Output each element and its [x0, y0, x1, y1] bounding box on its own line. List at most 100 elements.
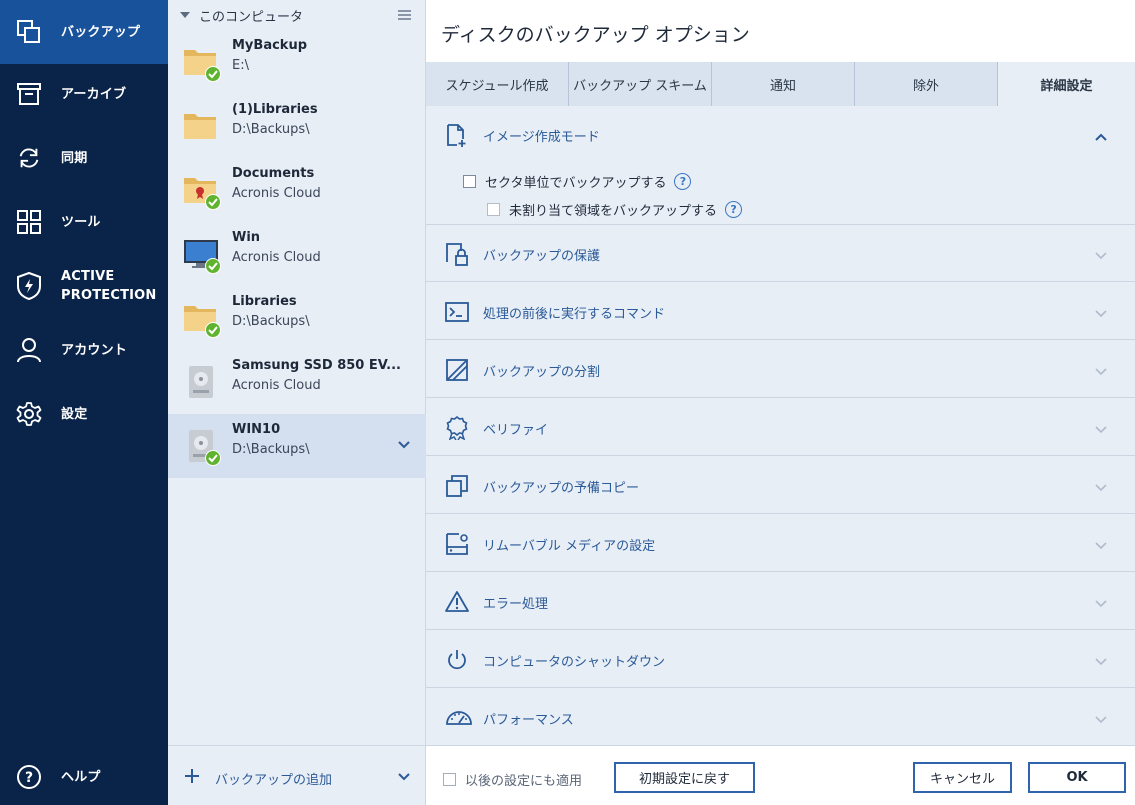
backup-item[interactable]: (1)Libraries D:\Backups\	[168, 94, 426, 158]
backup-list: このコンピュータ MyBackup E:\ (1)Libraries D:\Ba…	[168, 0, 426, 805]
svg-text:?: ?	[25, 770, 33, 786]
check-badge-icon	[205, 322, 221, 338]
cancel-button[interactable]: キャンセル	[913, 762, 1012, 793]
chevron-down-icon[interactable]	[1095, 365, 1107, 380]
nav-item-backup[interactable]: バックアップ	[0, 0, 168, 64]
backup-item[interactable]: Libraries D:\Backups\	[168, 286, 426, 350]
nav-item-active-protection[interactable]: ACTIVE PROTECTION	[0, 254, 168, 318]
list-header-title: このコンピュータ	[199, 10, 304, 25]
option-backup-protection[interactable]: バックアップの保護	[426, 225, 1135, 282]
tools-icon	[16, 209, 42, 235]
badge-icon	[445, 415, 469, 441]
backup-item[interactable]: Documents Acronis Cloud	[168, 158, 426, 222]
page-title: ディスクのバックアップ オプション	[441, 24, 750, 46]
plus-icon	[184, 768, 200, 788]
help-icon[interactable]: ?	[674, 173, 692, 190]
options-tabs: スケジュール作成 バックアップ スキーム 通知 除外 詳細設定	[426, 62, 1135, 106]
option-validation[interactable]: ベリファイ	[426, 399, 1135, 456]
option-pre-post-commands[interactable]: 処理の前後に実行するコマンド	[426, 283, 1135, 340]
disk-icon	[183, 428, 221, 466]
unallocated-backup-checkbox[interactable]: 未割り当て領域をバックアップする ?	[487, 200, 743, 219]
terminal-icon	[445, 300, 469, 324]
apply-to-future-checkbox[interactable]: 以後の設定にも適用	[443, 770, 582, 789]
tab-schedule[interactable]: スケジュール作成	[426, 62, 569, 106]
backup-item-selected[interactable]: WIN10 D:\Backups\	[168, 414, 426, 478]
nav-label: アカウント	[61, 342, 128, 358]
nav-item-account[interactable]: アカウント	[0, 318, 168, 382]
nav-label: 同期	[61, 150, 88, 166]
option-label: リムーバブル メディアの設定	[483, 539, 656, 554]
monitor-icon	[183, 236, 221, 274]
chevron-down-icon[interactable]	[1095, 249, 1107, 264]
option-label: バックアップの保護	[483, 249, 601, 264]
option-header-label[interactable]: イメージ作成モード	[483, 126, 600, 145]
sector-backup-checkbox[interactable]: セクタ単位でバックアップする ?	[463, 172, 692, 191]
chevron-down-icon[interactable]	[398, 438, 410, 453]
backup-name: Libraries	[232, 294, 297, 309]
checkbox-box[interactable]	[463, 175, 476, 188]
nav-item-settings[interactable]: 設定	[0, 382, 168, 446]
backup-destination: D:\Backups\	[232, 442, 310, 457]
collapse-triangle-icon	[180, 12, 190, 18]
apply-to-future-label: 以後の設定にも適用	[465, 774, 583, 789]
option-label: パフォーマンス	[483, 713, 574, 728]
option-performance[interactable]: パフォーマンス	[426, 689, 1135, 746]
option-computer-shutdown[interactable]: コンピュータのシャットダウン	[426, 631, 1135, 688]
backup-name: WIN10	[232, 422, 281, 437]
options-pane: ディスクのバックアップ オプション スケジュール作成 バックアップ スキーム 通…	[426, 0, 1135, 805]
chevron-down-icon[interactable]	[1095, 481, 1107, 496]
tab-backup-scheme[interactable]: バックアップ スキーム	[569, 62, 712, 106]
backup-item[interactable]: Samsung SSD 850 EV... Acronis Cloud	[168, 350, 426, 414]
nav-label: ACTIVE PROTECTION	[61, 269, 157, 303]
checkbox-box[interactable]	[443, 773, 456, 786]
option-backup-splitting[interactable]: バックアップの分割	[426, 341, 1135, 398]
option-label: バックアップの予備コピー	[483, 481, 640, 496]
chevron-down-icon[interactable]	[1095, 423, 1107, 438]
nav-label: 設定	[61, 406, 88, 422]
backup-item[interactable]: Win Acronis Cloud	[168, 222, 426, 286]
advanced-options-list: イメージ作成モード セクタ単位でバックアップする ? 未割り当て領域をバックアッ…	[426, 106, 1135, 745]
sync-icon	[16, 145, 42, 171]
checkbox-box[interactable]	[487, 203, 500, 216]
help-icon[interactable]: ?	[725, 201, 743, 218]
nav-label: ヘルプ	[61, 769, 101, 785]
sector-backup-label: セクタ単位でバックアップする	[485, 176, 667, 191]
option-removable-media[interactable]: リムーバブル メディアの設定	[426, 515, 1135, 572]
gear-icon	[16, 401, 42, 427]
backup-name: MyBackup	[232, 38, 308, 53]
tab-exclusions[interactable]: 除外	[855, 62, 998, 106]
chevron-down-icon[interactable]	[1095, 713, 1107, 728]
option-reserve-copy[interactable]: バックアップの予備コピー	[426, 457, 1135, 514]
option-error-handling[interactable]: エラー処理	[426, 573, 1135, 630]
chevron-down-icon[interactable]	[1095, 539, 1107, 554]
ok-button[interactable]: OK	[1028, 762, 1126, 793]
account-icon	[16, 337, 42, 363]
backup-name: Documents	[232, 166, 315, 181]
nav-item-help[interactable]: ? ヘルプ	[0, 745, 168, 805]
nav-item-archive[interactable]: アーカイブ	[0, 62, 168, 126]
chevron-down-icon[interactable]	[398, 770, 410, 785]
chevron-down-icon[interactable]	[1095, 597, 1107, 612]
list-header[interactable]: このコンピュータ	[168, 0, 426, 30]
check-badge-icon	[205, 66, 221, 82]
tab-notifications[interactable]: 通知	[712, 62, 855, 106]
backup-item[interactable]: MyBackup E:\	[168, 30, 426, 94]
add-backup-label: バックアップの追加	[215, 773, 333, 788]
tab-advanced[interactable]: 詳細設定	[998, 62, 1135, 106]
hamburger-menu-icon[interactable]	[398, 10, 411, 20]
folder-icon	[183, 108, 219, 144]
chevron-down-icon[interactable]	[1095, 655, 1107, 670]
nav-item-tools[interactable]: ツール	[0, 190, 168, 254]
reset-defaults-button[interactable]: 初期設定に戻す	[614, 762, 755, 793]
chevron-up-icon[interactable]	[1095, 130, 1107, 145]
warning-icon	[445, 590, 469, 614]
add-backup-button[interactable]: バックアップの追加	[168, 745, 426, 805]
file-plus-icon	[445, 123, 469, 147]
folder-icon	[183, 300, 221, 338]
lock-icon	[445, 242, 469, 266]
chevron-down-icon[interactable]	[1095, 307, 1107, 322]
archive-icon	[16, 81, 42, 107]
backup-destination: Acronis Cloud	[232, 378, 321, 393]
nav-item-sync[interactable]: 同期	[0, 126, 168, 190]
option-image-creation-mode: イメージ作成モード セクタ単位でバックアップする ? 未割り当て領域をバックアッ…	[426, 106, 1135, 225]
